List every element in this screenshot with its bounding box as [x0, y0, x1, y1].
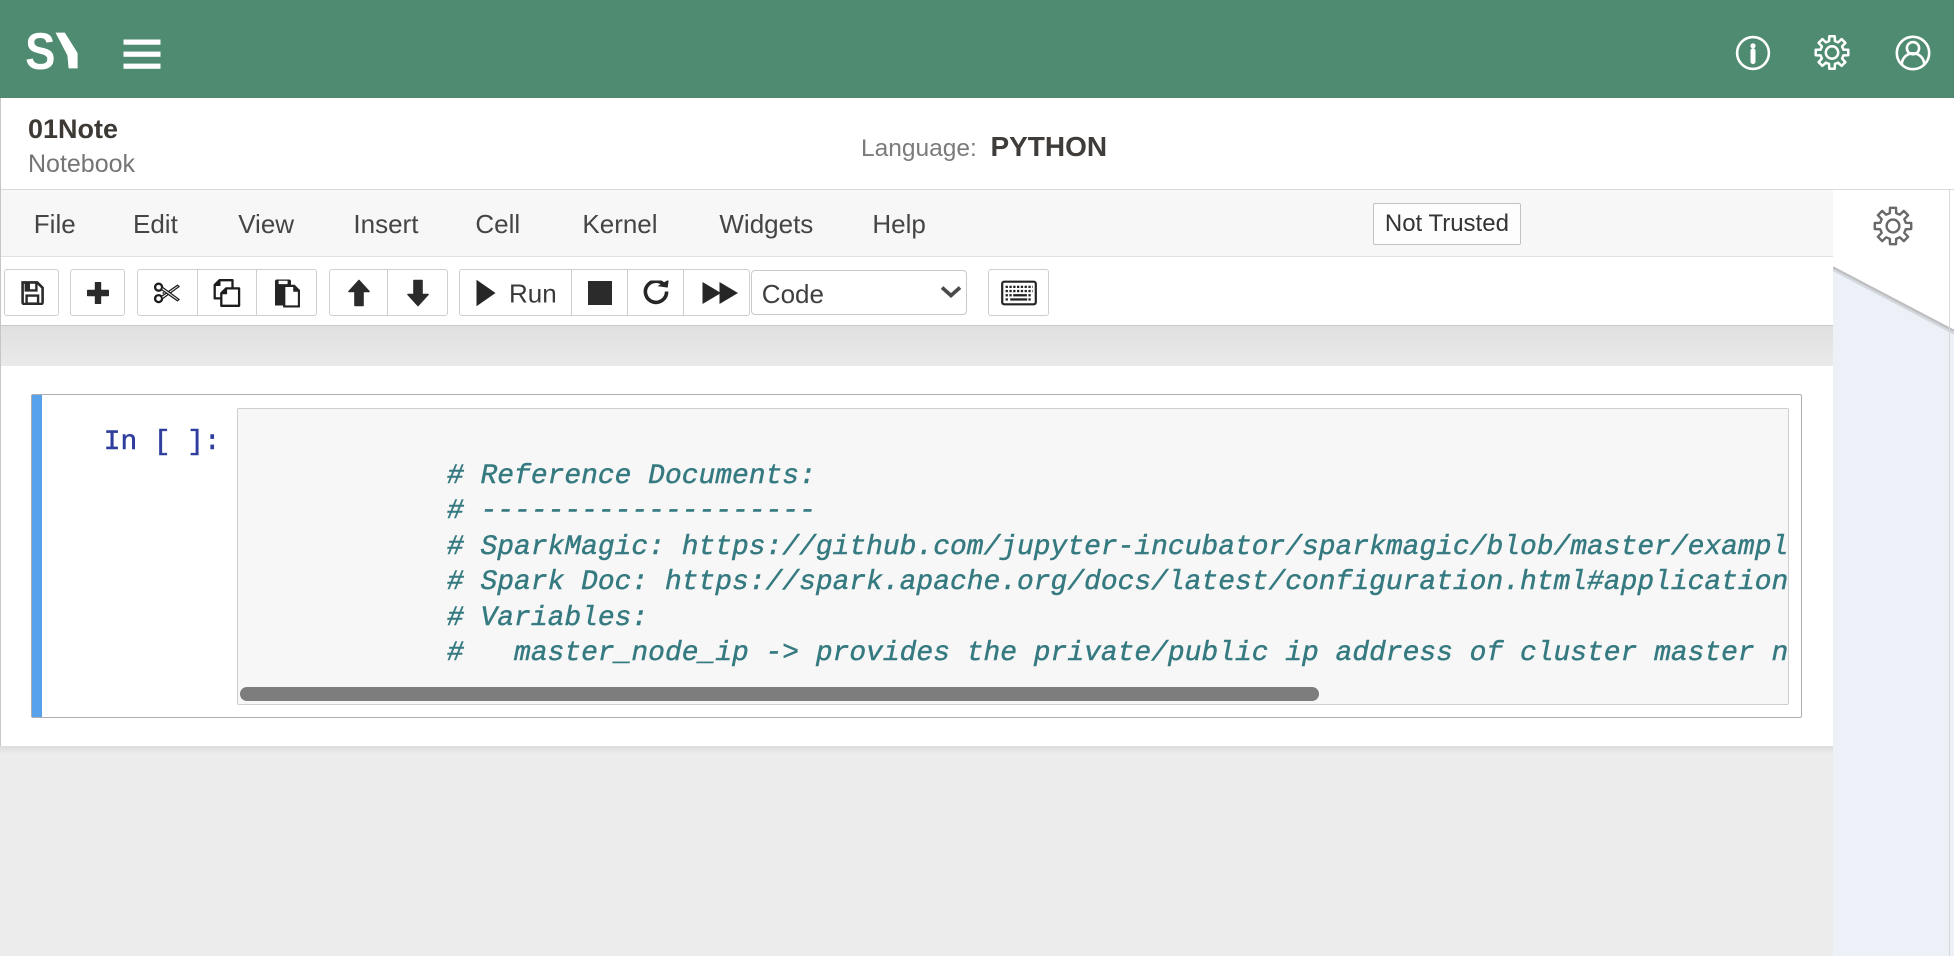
svg-text:S: S	[26, 32, 55, 70]
svg-text:Run: Run	[509, 279, 557, 307]
